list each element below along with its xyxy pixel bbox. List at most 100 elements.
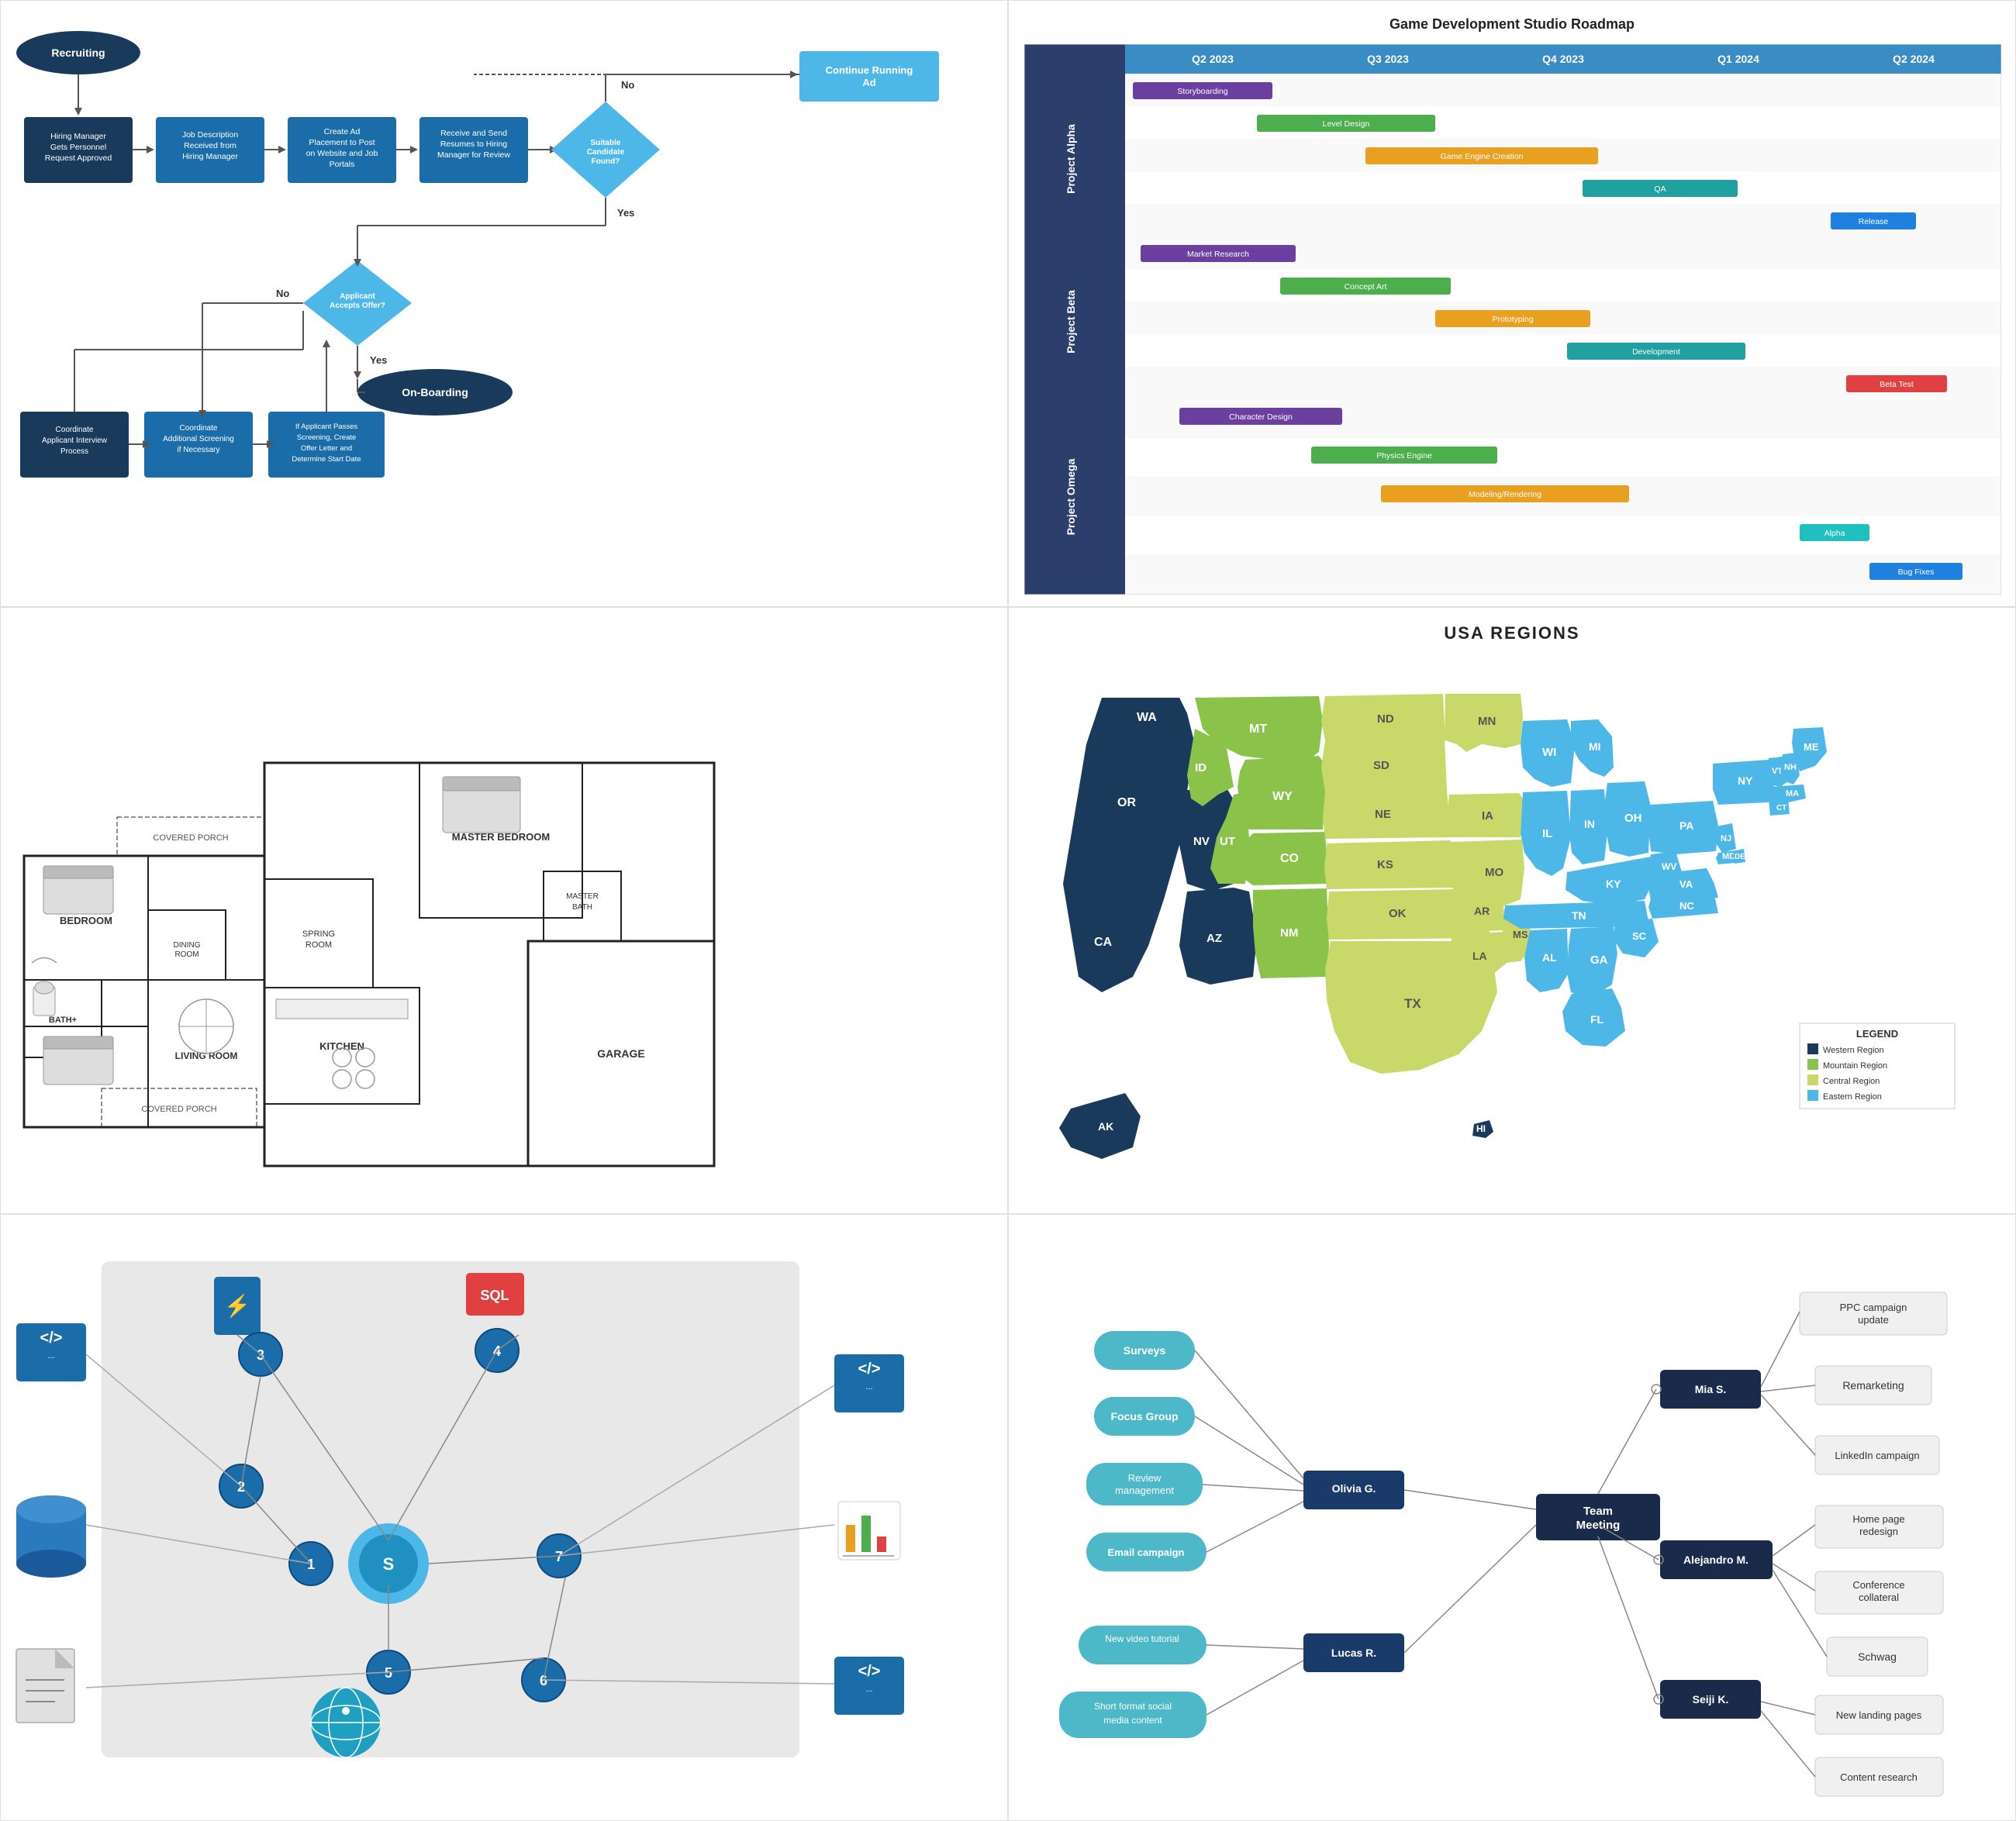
svg-text:MA: MA	[1786, 789, 1799, 798]
svg-text:WV: WV	[1662, 861, 1676, 872]
svg-text:Q2 2024: Q2 2024	[1893, 53, 1935, 65]
svg-text:Portals: Portals	[330, 160, 355, 169]
svg-text:IN: IN	[1584, 818, 1595, 830]
svg-text:GARAGE: GARAGE	[597, 1047, 644, 1060]
svg-text:CO: CO	[1280, 852, 1299, 865]
svg-text:KY: KY	[1606, 878, 1621, 890]
svg-text:PA: PA	[1679, 819, 1693, 832]
svg-text:ROOM: ROOM	[306, 940, 332, 950]
svg-text:New video tutorial: New video tutorial	[1105, 1633, 1179, 1644]
svg-text:Bug Fixes: Bug Fixes	[1898, 567, 1935, 577]
svg-text:Screening, Create: Screening, Create	[297, 433, 357, 442]
svg-text:Ad: Ad	[862, 77, 875, 88]
svg-text:Level Design: Level Design	[1323, 119, 1370, 129]
svg-text:Yes: Yes	[370, 354, 387, 366]
gantt-section: Game Development Studio Roadmap Q2 2023 …	[1008, 0, 2016, 607]
svg-text:ME: ME	[1804, 741, 1819, 753]
svg-text:Mountain Region: Mountain Region	[1823, 1061, 1887, 1071]
usa-map-section: USA REGIONS WA OR CA NV AZ MT	[1008, 607, 2016, 1214]
svg-text:Coordinate: Coordinate	[56, 426, 94, 434]
svg-text:If Applicant Passes: If Applicant Passes	[295, 422, 358, 431]
svg-text:Hiring Manager: Hiring Manager	[50, 132, 106, 141]
svg-text:SQL: SQL	[480, 1288, 509, 1303]
svg-text:NM: NM	[1280, 926, 1298, 940]
svg-text:MN: MN	[1478, 715, 1496, 728]
svg-text:TX: TX	[1404, 996, 1421, 1011]
svg-text:Received from: Received from	[184, 141, 236, 150]
svg-text:NH: NH	[1784, 763, 1797, 772]
svg-text:Game Engine Creation: Game Engine Creation	[1441, 152, 1524, 161]
svg-text:LinkedIn campaign: LinkedIn campaign	[1835, 1450, 1919, 1461]
svg-text:Coordinate: Coordinate	[180, 424, 218, 433]
svg-text:Yes: Yes	[617, 207, 634, 219]
svg-text:</>: </>	[40, 1330, 63, 1347]
svg-text:Applicant: Applicant	[340, 292, 375, 301]
svg-text:Development: Development	[1632, 347, 1680, 357]
svg-text:OK: OK	[1389, 907, 1407, 920]
svg-text:5: 5	[385, 1665, 392, 1681]
svg-text:management: management	[1115, 1485, 1174, 1496]
svg-text:MASTER: MASTER	[566, 892, 599, 901]
svg-text:Additional Screening: Additional Screening	[163, 435, 234, 443]
svg-text:MO: MO	[1485, 866, 1503, 879]
svg-text:BATH: BATH	[572, 903, 592, 912]
svg-text:BEDROOM: BEDROOM	[60, 915, 112, 926]
svg-text:NY: NY	[1738, 774, 1753, 787]
svg-text:On-Boarding: On-Boarding	[402, 386, 468, 398]
svg-text:Determine Start Date: Determine Start Date	[292, 455, 361, 464]
svg-text:Storyboarding: Storyboarding	[1177, 87, 1228, 96]
svg-text:Process: Process	[60, 447, 88, 456]
svg-text:Applicant Interview: Applicant Interview	[42, 436, 108, 445]
svg-text:Surveys: Surveys	[1124, 1344, 1166, 1357]
svg-text:Alpha: Alpha	[1824, 529, 1845, 538]
gantt-title: Game Development Studio Roadmap	[1024, 16, 2000, 33]
mindmap-section: Team Meeting Olivia G. Surveys Focus Gro…	[1008, 1214, 2016, 1821]
svg-text:Conference: Conference	[1852, 1579, 1904, 1591]
svg-text:LA: LA	[1472, 950, 1487, 962]
svg-text:1: 1	[307, 1557, 315, 1572]
svg-text:Physics Engine: Physics Engine	[1376, 451, 1432, 460]
svg-text:if Necessary: if Necessary	[177, 446, 219, 454]
svg-text:Create Ad: Create Ad	[324, 127, 361, 136]
svg-text:WA: WA	[1137, 711, 1157, 724]
svg-text:Mia S.: Mia S.	[1695, 1383, 1726, 1395]
svg-text:DE: DE	[1735, 853, 1745, 861]
svg-text:KITCHEN: KITCHEN	[319, 1040, 364, 1052]
svg-text:Character Design: Character Design	[1229, 412, 1293, 422]
svg-text:WY: WY	[1272, 790, 1293, 803]
svg-text:</>: </>	[858, 1361, 881, 1378]
svg-text:ID: ID	[1195, 761, 1206, 774]
svg-text:OR: OR	[1117, 796, 1136, 809]
svg-text:Continue Running: Continue Running	[826, 64, 913, 76]
svg-text:No: No	[276, 288, 289, 299]
svg-text:Project Alpha: Project Alpha	[1065, 124, 1077, 194]
svg-text:VA: VA	[1679, 878, 1693, 890]
svg-text:update: update	[1858, 1314, 1889, 1326]
svg-text:Modeling/Rendering: Modeling/Rendering	[1469, 490, 1541, 499]
svg-text:COVERED PORCH: COVERED PORCH	[153, 833, 228, 843]
svg-text:IA: IA	[1482, 809, 1493, 823]
svg-text:Resumes to Hiring: Resumes to Hiring	[440, 140, 508, 149]
svg-text:Beta Test: Beta Test	[1880, 380, 1914, 389]
svg-text:Home page: Home page	[1852, 1513, 1904, 1525]
svg-text:AL: AL	[1542, 951, 1557, 964]
svg-text:LEGEND: LEGEND	[1856, 1028, 1898, 1040]
svg-text:AK: AK	[1098, 1120, 1113, 1133]
svg-text:BATH+: BATH+	[49, 1016, 77, 1025]
svg-text:Receive and Send: Receive and Send	[440, 129, 507, 138]
svg-text:media content: media content	[1103, 1715, 1162, 1726]
network-section: </> ... </> ... </> ...	[0, 1214, 1008, 1821]
svg-text:Recruiting: Recruiting	[51, 47, 105, 59]
svg-text:Q2 2023: Q2 2023	[1192, 53, 1234, 65]
svg-text:Q3 2023: Q3 2023	[1367, 53, 1409, 65]
svg-text:MS: MS	[1513, 929, 1528, 940]
svg-text:CA: CA	[1094, 936, 1113, 949]
svg-text:NE: NE	[1375, 808, 1391, 821]
svg-text:UT: UT	[1220, 835, 1235, 848]
svg-text:Request Approved: Request Approved	[45, 153, 112, 163]
svg-text:MT: MT	[1249, 723, 1267, 736]
svg-text:FL: FL	[1590, 1013, 1604, 1026]
svg-text:Seiji K.: Seiji K.	[1693, 1693, 1729, 1705]
svg-text:Job Description: Job Description	[182, 130, 239, 140]
svg-text:</>: </>	[858, 1663, 881, 1680]
